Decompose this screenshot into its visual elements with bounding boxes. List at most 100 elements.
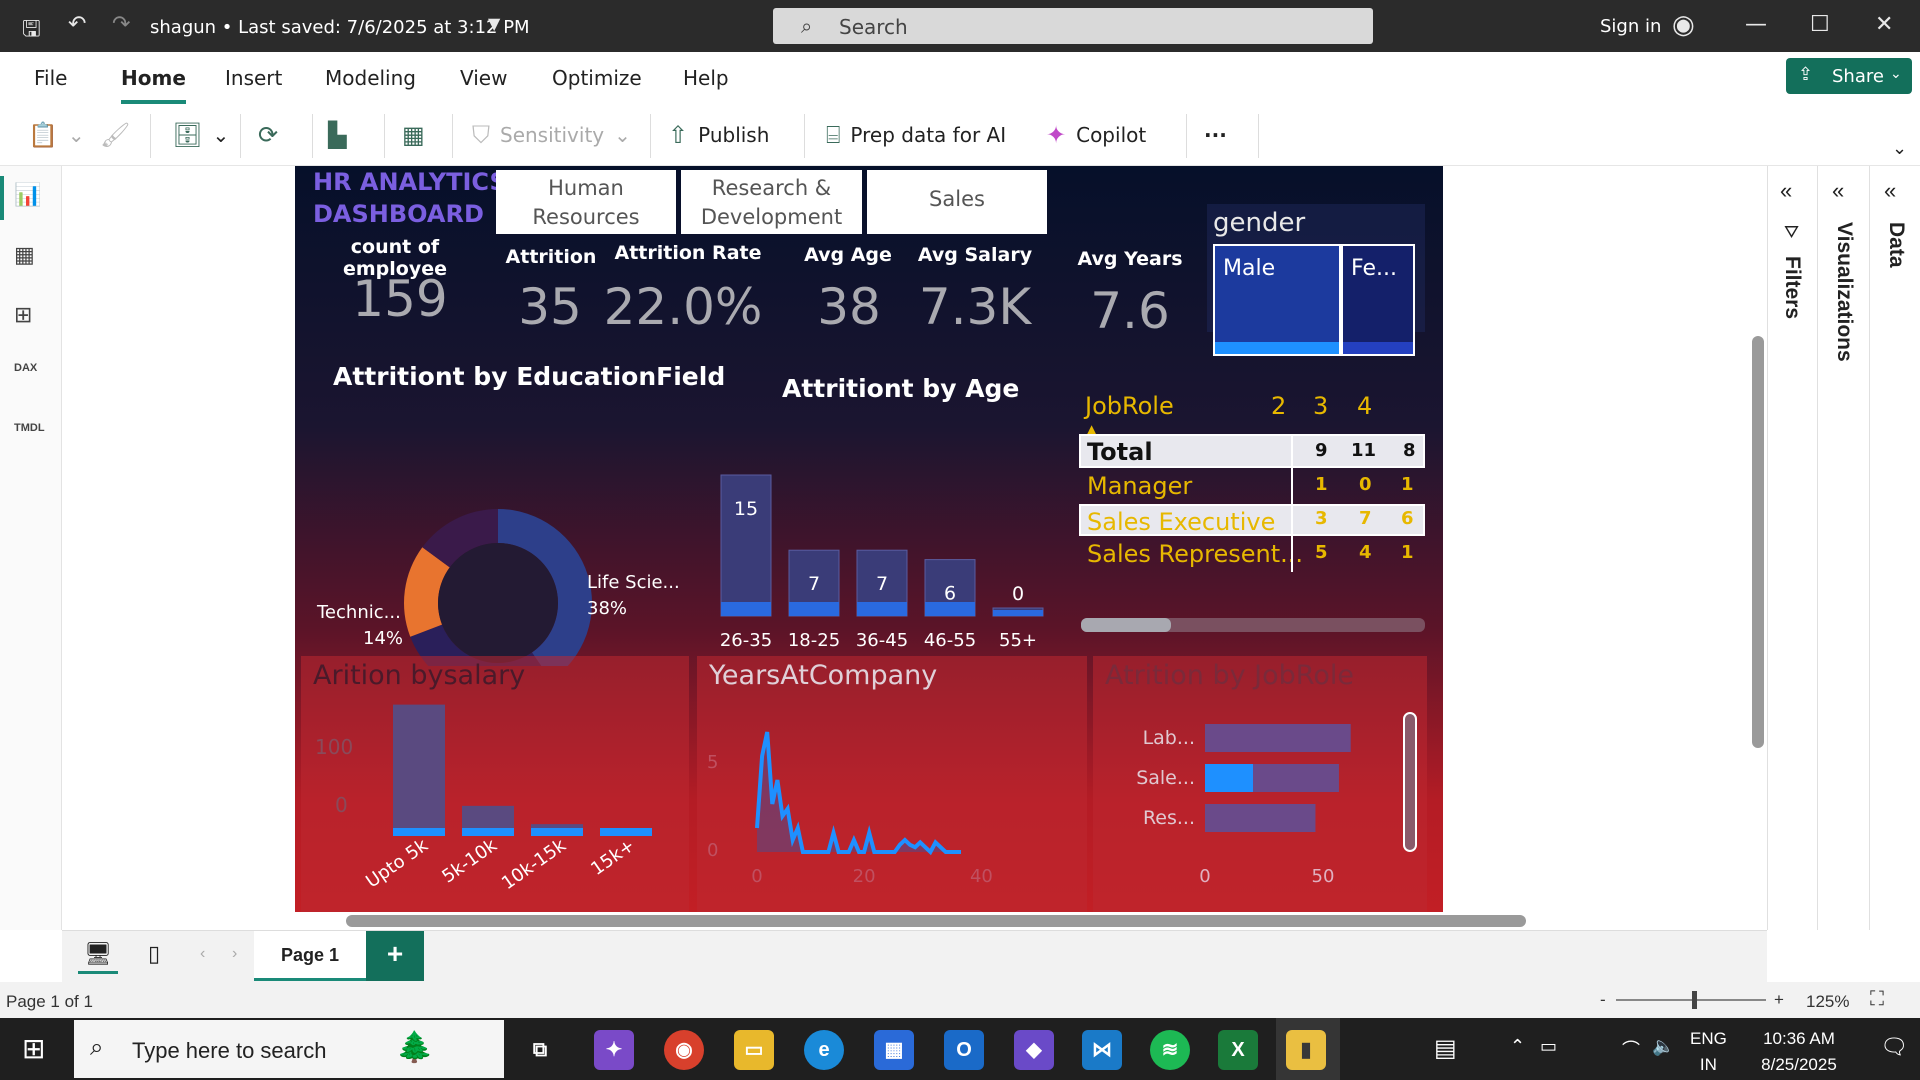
- chrome-icon[interactable]: ◉: [664, 1030, 704, 1070]
- zoom-in-button[interactable]: +: [1774, 990, 1784, 1010]
- zoom-level[interactable]: 125%: [1806, 992, 1849, 1012]
- new-measure-button[interactable]: ▦: [402, 116, 425, 154]
- chevron-down-icon[interactable]: ▼: [488, 14, 500, 33]
- vscode-icon[interactable]: ⋈: [1082, 1030, 1122, 1070]
- menu-view[interactable]: View: [460, 66, 507, 90]
- report-view-icon[interactable]: 📊: [14, 182, 41, 208]
- menu-help[interactable]: Help: [683, 66, 729, 90]
- file-explorer-icon[interactable]: ▭: [734, 1030, 774, 1070]
- gender-option-female[interactable]: Fe...: [1341, 244, 1415, 356]
- prep-data-button[interactable]: ⌸ Prep data for AI: [826, 116, 1006, 154]
- search-box[interactable]: ⌕ Search: [773, 8, 1373, 44]
- menu-optimize[interactable]: Optimize: [552, 66, 642, 90]
- share-button[interactable]: ⇪ Share ⌄: [1786, 58, 1912, 94]
- publish-button[interactable]: ⇧ Publish: [668, 116, 769, 154]
- matrix-row-sales-executive[interactable]: Sales Executive 3 7 6: [1079, 504, 1425, 536]
- outlook-icon[interactable]: O: [944, 1030, 984, 1070]
- network-icon[interactable]: ⌒: [1622, 1036, 1640, 1062]
- refresh-button[interactable]: ⟳: [258, 116, 278, 154]
- copilot-button[interactable]: ✦ Copilot: [1046, 116, 1146, 154]
- model-view-icon[interactable]: ⊞: [14, 302, 32, 328]
- add-page-button[interactable]: +: [366, 931, 424, 981]
- clock[interactable]: 10:36 AM 8/25/2025: [1744, 1026, 1854, 1078]
- report-page: HR ANALYTICS DASHBOARD Human Resources Re…: [295, 166, 1443, 912]
- salary-ytick-100: 100: [315, 735, 353, 759]
- tray-expand-icon[interactable]: ⌃: [1510, 1036, 1525, 1057]
- mobile-layout-icon[interactable]: ▯: [148, 941, 160, 967]
- m365-icon[interactable]: ◆: [1014, 1030, 1054, 1070]
- spotify-icon[interactable]: ≋: [1150, 1030, 1190, 1070]
- maximize-icon[interactable]: ☐: [1810, 12, 1830, 37]
- battery-icon[interactable]: ▭: [1540, 1036, 1557, 1057]
- sensitivity-button[interactable]: ⛉ Sensitivity ⌄: [472, 116, 631, 154]
- ribbon: 📋 ⌄ 🖌 🗄 ⌄ ⟳ ▙ ▦ ⛉ Sensitivity ⌄ ⇧ Publish ⌸ Pr…: [0, 104, 1920, 166]
- menu-modeling[interactable]: Modeling: [325, 66, 416, 90]
- notification-icon[interactable]: 🗨: [1880, 1034, 1908, 1060]
- tab-human-resources[interactable]: Human Resources: [496, 170, 676, 234]
- volume-icon[interactable]: 🔈: [1652, 1036, 1674, 1057]
- expand-visualizations-icon[interactable]: «: [1832, 178, 1844, 204]
- matrix-h-scrollbar[interactable]: [1081, 618, 1425, 632]
- visualizations-pane[interactable]: « Visualizations: [1817, 166, 1869, 930]
- years-ytick-5: 5: [707, 752, 718, 773]
- minimize-icon[interactable]: —: [1745, 12, 1767, 37]
- task-view-icon[interactable]: ⧉: [520, 1030, 560, 1070]
- jobrole-scrollbar[interactable]: [1403, 712, 1417, 852]
- table-view-icon[interactable]: ▦: [14, 242, 35, 268]
- language-indicator[interactable]: ENG IN: [1690, 1026, 1727, 1078]
- expand-filters-icon[interactable]: «: [1780, 178, 1792, 204]
- copilot-icon: ✦: [1046, 121, 1067, 149]
- account-icon[interactable]: ◉: [1672, 10, 1695, 40]
- page-tab-1[interactable]: Page 1: [254, 931, 366, 981]
- salary-tick-3: 15k+: [587, 835, 639, 880]
- matrix-row-manager[interactable]: Manager 1 0 1: [1079, 470, 1425, 502]
- sensitivity-label: Sensitivity: [500, 123, 605, 147]
- menu-insert[interactable]: Insert: [225, 66, 282, 90]
- copilot-taskbar-icon[interactable]: ✦: [594, 1030, 634, 1070]
- new-visual-button[interactable]: ▙: [328, 116, 346, 154]
- sign-in-link[interactable]: Sign in: [1600, 16, 1661, 37]
- undo-icon[interactable]: ↶: [68, 12, 86, 37]
- salary-tick-0: Upto 5k: [362, 835, 432, 893]
- prev-page-icon[interactable]: ‹: [200, 945, 205, 963]
- tab-sales[interactable]: Sales: [867, 170, 1047, 234]
- filters-pane[interactable]: « ⛛ Filters: [1767, 166, 1817, 930]
- fit-page-icon[interactable]: ⛶: [1870, 988, 1884, 1011]
- matrix-row-sales-representative[interactable]: Sales Represent... 5 4 1: [1079, 538, 1425, 570]
- publish-icon: ⇧: [668, 121, 689, 149]
- store-icon[interactable]: ▦: [874, 1030, 914, 1070]
- save-icon[interactable]: 🖫: [22, 12, 41, 50]
- tab-research-development[interactable]: Research & Development: [681, 170, 862, 234]
- copilot-label: Copilot: [1076, 123, 1147, 147]
- data-pane[interactable]: « Data: [1869, 166, 1920, 930]
- format-painter-button[interactable]: 🖌: [100, 116, 130, 154]
- edge-icon[interactable]: e: [804, 1030, 844, 1070]
- close-icon[interactable]: ✕: [1875, 12, 1893, 37]
- excel-icon[interactable]: X: [1218, 1030, 1258, 1070]
- zoom-out-button[interactable]: -: [1600, 990, 1606, 1010]
- news-widget-icon[interactable]: ▤: [1434, 1034, 1457, 1063]
- zoom-slider[interactable]: [1616, 991, 1766, 1009]
- windows-start-icon[interactable]: ⊞: [22, 1032, 45, 1065]
- salary-panel: Arition bysalary 100 0 Upto 5k 5k-10k 10k-15…: [301, 656, 689, 912]
- desktop-layout-icon[interactable]: 🖥: [78, 941, 118, 974]
- collapse-ribbon-icon[interactable]: ⌄: [1892, 138, 1907, 159]
- menu-home[interactable]: Home: [121, 66, 186, 104]
- get-data-button[interactable]: 🗄 ⌄: [172, 116, 229, 154]
- redo-icon[interactable]: ↷: [112, 12, 130, 37]
- more-button[interactable]: ···: [1204, 116, 1227, 154]
- paste-button[interactable]: 📋 ⌄: [28, 116, 85, 154]
- kpi-label-avg-salary: Avg Salary: [917, 244, 1033, 266]
- canvas-v-scrollbar[interactable]: [1752, 336, 1764, 748]
- tmdl-icon[interactable]: TMDL: [14, 422, 45, 434]
- dax-icon[interactable]: DAX: [14, 362, 37, 374]
- canvas-h-scrollbar[interactable]: [346, 915, 1526, 927]
- expand-data-icon[interactable]: «: [1884, 178, 1896, 204]
- taskbar-search[interactable]: ⌕ Type here to search 🌲: [74, 1020, 504, 1078]
- age-bar-label-18-25: 7: [808, 573, 820, 595]
- gender-option-male[interactable]: Male: [1213, 244, 1341, 356]
- matrix-row-total[interactable]: Total 9 11 8: [1079, 434, 1425, 468]
- menu-file[interactable]: File: [34, 66, 67, 90]
- next-page-icon[interactable]: ›: [232, 945, 237, 963]
- document-title[interactable]: shagun • Last saved: 7/6/2025 at 3:12 PM: [150, 17, 530, 38]
